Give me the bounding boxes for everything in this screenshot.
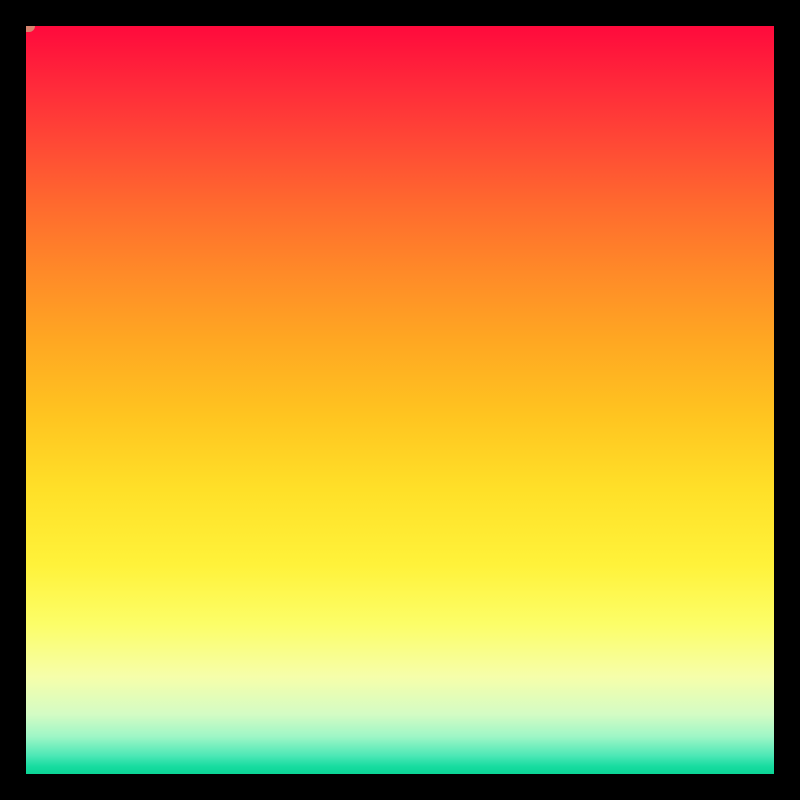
bottleneck-curve xyxy=(26,26,774,774)
plot-area xyxy=(26,26,774,774)
chart-frame xyxy=(0,0,800,800)
